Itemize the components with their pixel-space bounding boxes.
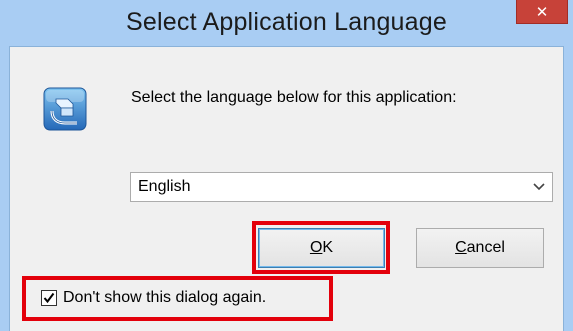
ok-button-label: OK [309,239,334,256]
dont-show-again-row[interactable]: Don't show this dialog again. [41,289,266,307]
title-bar[interactable]: Select Application Language ✕ [0,0,573,46]
application-installer-icon [43,87,87,131]
window-title: Select Application Language [126,8,447,36]
cancel-button-label: Cancel [455,239,505,256]
instruction-text: Select the language below for this appli… [131,89,457,106]
cancel-button[interactable]: Cancel [416,228,544,268]
dont-show-again-label: Don't show this dialog again. [63,289,267,306]
close-icon: ✕ [535,2,549,21]
dont-show-again-checkbox[interactable] [41,290,57,306]
chevron-down-icon [533,183,545,191]
ok-button[interactable]: OK [258,228,385,268]
dialog-window: Select Application Language ✕ Select the… [0,0,573,331]
checkmark-icon [43,292,55,304]
language-select-value: English [138,178,191,195]
close-button[interactable]: ✕ [516,0,568,24]
language-select[interactable]: English [130,172,553,202]
